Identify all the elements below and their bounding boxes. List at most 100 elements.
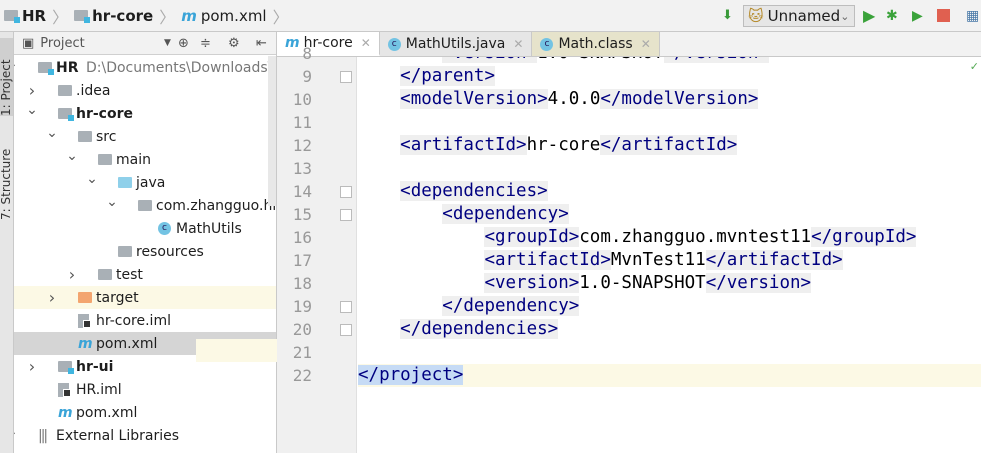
chevron-right-icon[interactable]: › [26,81,38,100]
xml-tag: <dependency> [442,204,569,224]
sort-binary-icon[interactable]: ⬇ [722,8,733,23]
editor-tab-label: Math.class [558,36,633,52]
class-icon: c [540,37,554,51]
code-line[interactable]: <artifactId>hr-core</artifactId> [358,134,981,157]
tree-item[interactable]: resources [14,240,276,263]
breadcrumb-pom[interactable]: pom.xml [201,7,267,25]
collapse-all-icon[interactable]: ≑ [200,36,211,51]
line-number-gutter: 8 9 10 11 12 13 14 15 16 17 18 19 20 21 22 [277,44,357,453]
code-area[interactable]: <version>1.0-SNAPSHOT</version> </parent… [358,57,981,453]
project-structure-icon[interactable]: ▦ [966,8,979,24]
tree-item-label: hr-core.iml [96,312,171,329]
tree-item[interactable]: › test [14,263,276,286]
project-panel-title[interactable]: Project [40,36,84,51]
xml-tag: </parent> [400,66,495,86]
code-line[interactable]: </dependency> [358,295,981,318]
chevron-down-icon[interactable]: ⌄ [14,424,18,440]
editor-tab[interactable]: m hr-core ✕ [277,32,380,56]
chevron-down-icon[interactable]: ⌄ [14,56,18,72]
breadcrumb-hr[interactable]: HR [22,7,46,25]
tree-item[interactable]: ⌄ main [14,148,276,171]
chevron-down-icon[interactable]: ⌄ [26,102,38,118]
hide-panel-icon[interactable]: ⇤ [256,36,267,51]
editor-tab[interactable]: c Math.class ✕ [532,32,660,56]
tree-item[interactable]: hr-core.iml [14,309,276,332]
breadcrumb-hr-core[interactable]: hr-core [92,7,153,25]
fold-marker-icon[interactable] [340,324,352,336]
chevron-right-icon[interactable]: › [46,288,58,307]
chevron-down-icon[interactable]: ⌄ [66,148,78,164]
chevron-right-icon[interactable]: › [26,357,38,376]
maven-icon: m [181,6,197,25]
tomcat-icon: 🐱 [748,7,764,25]
line-number: 13 [292,159,312,178]
close-icon[interactable]: ✕ [513,37,523,51]
xml-tag: </modelVersion> [600,89,759,109]
locate-icon[interactable]: ⊕ [178,36,189,51]
line-number: 12 [292,136,312,155]
tree-item[interactable]: ⌄ src [14,125,276,148]
chevron-right-icon[interactable]: › [66,265,78,284]
module-folder-icon [4,10,20,23]
stop-icon[interactable] [937,9,950,22]
tree-item[interactable]: ⌄ java [14,171,276,194]
code-line[interactable] [358,157,981,180]
code-line[interactable]: <dependencies> [358,180,981,203]
dropdown-icon[interactable]: ▼ [164,38,171,48]
tree-item-label: com.zhangguo.hr. [156,197,277,214]
tree-item[interactable]: › .idea [14,79,276,102]
tool-window-strip: 1: Project 7: Structure [0,32,14,453]
tree-item[interactable]: c MathUtils [14,217,276,240]
fold-marker-icon[interactable] [340,186,352,198]
tree-item[interactable]: m pom.xml [14,401,276,424]
tree-item[interactable]: ⌄ hr-core [14,102,276,125]
tree-item[interactable]: ⌄ HR D:\Documents\Downloads\C [14,56,276,79]
code-line[interactable] [358,341,981,364]
run-icon[interactable]: ▶ [863,6,875,25]
close-icon[interactable]: ✕ [361,36,371,50]
chevron-down-icon[interactable]: ⌄ [86,171,98,187]
xml-value: hr-core [526,135,601,155]
fold-marker-icon[interactable] [340,209,352,221]
resources-folder-icon [118,246,136,257]
xml-tag: <dependencies> [400,181,548,201]
xml-tag: </project> [358,365,464,385]
gear-icon[interactable]: ⚙ [228,36,240,51]
tree-item-label: java [136,174,166,191]
run-config-label: Unnamed [767,7,841,25]
code-line[interactable] [358,111,981,134]
editor-tab[interactable]: c MathUtils.java ✕ [379,32,533,56]
code-line[interactable]: <modelVersion>4.0.0</modelVersion> [358,88,981,111]
project-view-icon: ▣ [22,35,35,51]
line-number: 19 [292,297,312,316]
fold-marker-icon[interactable] [340,71,352,83]
structure-tool-tab[interactable]: 7: Structure [0,130,13,220]
coverage-icon[interactable]: ▶ [912,8,923,24]
xml-value: 1.0-SNAPSHOT [537,57,663,63]
code-line[interactable]: </project> [358,364,981,387]
tree-item-label: test [116,266,143,283]
code-line[interactable]: <artifactId>MvnTest11</artifactId> [358,249,981,272]
chevron-down-icon[interactable]: ⌄ [46,125,58,141]
debug-icon[interactable]: ✱ [886,8,898,24]
fold-marker-icon[interactable] [340,301,352,313]
code-line[interactable]: <dependency> [358,203,981,226]
tree-item[interactable]: ⌄ ||| External Libraries [14,424,276,447]
close-icon[interactable]: ✕ [641,37,651,51]
project-tool-tab[interactable]: 1: Project [0,38,13,116]
tree-item-label: pom.xml [76,404,138,421]
code-line[interactable]: <version>1.0-SNAPSHOT</version> [358,272,981,295]
code-line[interactable]: <groupId>com.zhangguo.mvntest11</groupId… [358,226,981,249]
tree-item[interactable]: › target [14,286,276,309]
code-line[interactable]: </parent> [358,65,981,88]
tree-item[interactable]: HR.iml [14,378,276,401]
xml-tag: <artifactId> [400,135,527,155]
run-config-select[interactable]: 🐱 Unnamed ⌄ [743,5,855,27]
module-folder-icon [58,108,76,121]
tree-item[interactable]: ⌄ com.zhangguo.hr. [14,194,277,217]
code-line[interactable]: </dependencies> [358,318,981,341]
chevron-down-icon[interactable]: ⌄ [106,194,118,210]
code-line[interactable]: <version>1.0-SNAPSHOT</version> [358,57,981,65]
tree-scrollbar[interactable] [268,56,276,206]
tree-item-label: hr-ui [76,358,114,375]
